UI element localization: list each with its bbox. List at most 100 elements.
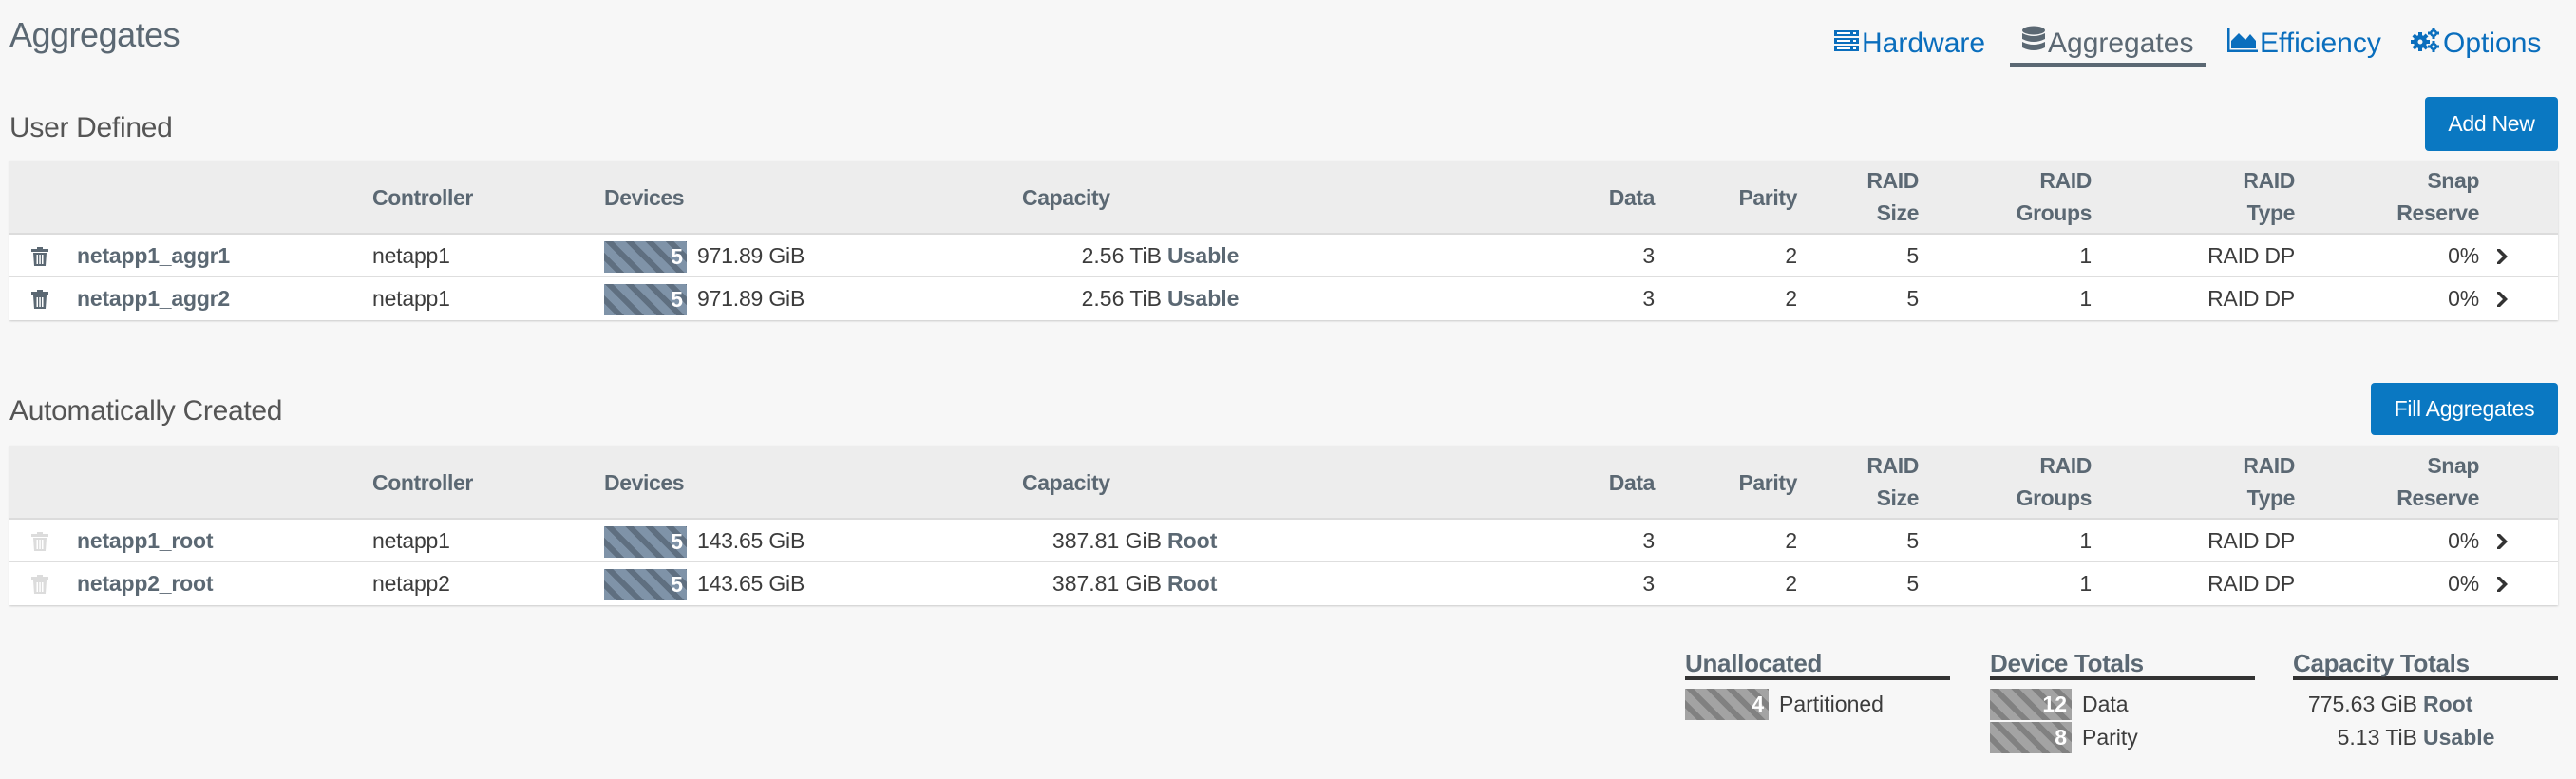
raid-groups: 1 (2079, 286, 2092, 311)
device-size: 971.89 GiB (697, 243, 805, 268)
snap-reserve: 0% (2448, 571, 2479, 596)
col-label: RAID (2243, 168, 2295, 193)
device-count-bar: 5 (604, 569, 687, 600)
raid-type: RAID DP (2207, 243, 2295, 268)
capacity-value: 2.56 TiB (1081, 243, 1162, 268)
col-data[interactable]: Data (1609, 181, 1656, 214)
raid-size: 5 (1906, 571, 1919, 596)
trash-icon[interactable] (31, 247, 48, 266)
col-raid-size[interactable]: RAID Size (1866, 449, 1919, 514)
capacity: 387.81 GiB Root (997, 520, 1244, 562)
raid-size: 5 (1906, 286, 1919, 311)
col-label: RAID (2243, 453, 2295, 478)
table-row[interactable]: netapp1_aggr2 netapp1 5 971.89 GiB 2.56 … (9, 277, 2558, 320)
nav-label: Hardware (1862, 28, 1986, 59)
item-label: Data (2082, 692, 2129, 716)
snap-reserve: 0% (2448, 243, 2479, 268)
database-icon (2021, 26, 2046, 62)
server-icon (1833, 28, 1860, 60)
parity-count: 2 (1785, 528, 1797, 553)
item-label: Partitioned (1779, 692, 1884, 716)
col-label: Groups (2016, 200, 2093, 225)
col-label: RAID (2039, 168, 2092, 193)
col-label: Type (2246, 200, 2296, 225)
capacity-label: Usable (1167, 286, 1240, 311)
parity-count: 2 (1785, 571, 1797, 596)
col-controller[interactable]: Controller (372, 181, 473, 214)
chevron-right-icon[interactable] (2495, 291, 2509, 308)
raid-type: RAID DP (2207, 528, 2295, 553)
col-label: Reserve (2396, 200, 2479, 225)
parity-count: 2 (1785, 243, 1797, 268)
col-raid-groups[interactable]: RAID Groups (2016, 449, 2093, 514)
col-raid-type[interactable]: RAID Type (2243, 164, 2295, 229)
nav-hardware[interactable]: Hardware (1833, 19, 1985, 68)
nav-options[interactable]: Options (2411, 19, 2541, 68)
table-row[interactable]: netapp1_aggr1 netapp1 5 971.89 GiB 2.56 … (9, 235, 2558, 277)
snap-reserve: 0% (2448, 286, 2479, 311)
gears-icon (2411, 27, 2441, 61)
nav-efficiency[interactable]: Efficiency (2227, 19, 2381, 68)
area-chart-icon (2227, 28, 2258, 60)
device-count-bar: 4 (1685, 689, 1769, 720)
table-row[interactable]: netapp1_root netapp1 5 143.65 GiB 387.81… (9, 520, 2558, 562)
aggregate-name: netapp1_aggr2 (77, 286, 231, 311)
fill-aggregates-button[interactable]: Fill Aggregates (2371, 383, 2558, 435)
table-body: netapp1_root netapp1 5 143.65 GiB 387.81… (9, 520, 2558, 605)
col-label: Reserve (2396, 485, 2479, 510)
capacity: 2.56 TiB Usable (997, 277, 1244, 320)
raid-groups: 1 (2079, 571, 2092, 596)
table-body: netapp1_aggr1 netapp1 5 971.89 GiB 2.56 … (9, 235, 2558, 320)
col-label: Groups (2016, 485, 2093, 510)
controller: netapp1 (372, 243, 450, 268)
active-tab-indicator (2010, 63, 2206, 67)
col-parity[interactable]: Parity (1738, 181, 1797, 214)
device-size: 143.65 GiB (697, 528, 805, 553)
device-count-bar: 5 (604, 284, 687, 315)
capacity-value: 5.13 TiB (2337, 725, 2417, 750)
raid-type: RAID DP (2207, 571, 2295, 596)
col-devices[interactable]: Devices (604, 466, 685, 499)
trash-icon (31, 575, 48, 594)
capacity-label: Usable (1167, 243, 1240, 268)
aggregate-name: netapp2_root (77, 571, 214, 596)
capacity-label: Root (1167, 528, 1218, 553)
col-parity[interactable]: Parity (1738, 466, 1797, 499)
col-raid-type[interactable]: RAID Type (2243, 449, 2295, 514)
device-count-bar: 12 (1990, 689, 2072, 720)
col-devices[interactable]: Devices (604, 181, 685, 214)
data-count: 3 (1642, 286, 1655, 311)
col-label: Snap (2427, 168, 2479, 193)
aggregate-name: netapp1_aggr1 (77, 243, 231, 268)
raid-size: 5 (1906, 243, 1919, 268)
capacity: 2.56 TiB Usable (997, 235, 1244, 277)
nav-label: Aggregates (2048, 28, 2194, 59)
nav-aggregates[interactable]: Aggregates (2021, 19, 2193, 68)
col-data[interactable]: Data (1609, 466, 1656, 499)
device-count-bar: 5 (604, 241, 687, 273)
capacity-value: 2.56 TiB (1081, 286, 1162, 311)
data-count: 3 (1642, 528, 1655, 553)
col-raid-groups[interactable]: RAID Groups (2016, 164, 2093, 229)
col-snap-reserve[interactable]: Snap Reserve (2396, 449, 2479, 514)
raid-type: RAID DP (2207, 286, 2295, 311)
snap-reserve: 0% (2448, 528, 2479, 553)
col-capacity[interactable]: Capacity (1022, 466, 1110, 499)
section-title-auto-created: Automatically Created (9, 395, 283, 427)
col-controller[interactable]: Controller (372, 466, 473, 499)
nav-label: Efficiency (2260, 28, 2381, 59)
col-raid-size[interactable]: RAID Size (1866, 164, 1919, 229)
chevron-right-icon[interactable] (2495, 533, 2509, 550)
capacity-totals-item: 775.63 GiB Root (2293, 688, 2558, 721)
capacity-totals-heading: Capacity Totals (2293, 646, 2558, 680)
chevron-right-icon[interactable] (2495, 248, 2509, 265)
col-snap-reserve[interactable]: Snap Reserve (2396, 164, 2479, 229)
table-row[interactable]: netapp2_root netapp2 5 143.65 GiB 387.81… (9, 562, 2558, 605)
chevron-right-icon[interactable] (2495, 576, 2509, 593)
col-capacity[interactable]: Capacity (1022, 181, 1110, 214)
device-count-bar: 5 (604, 526, 687, 558)
add-new-button[interactable]: Add New (2425, 97, 2558, 151)
col-label: Snap (2427, 453, 2479, 478)
trash-icon[interactable] (31, 290, 48, 309)
col-label: Type (2246, 485, 2296, 510)
